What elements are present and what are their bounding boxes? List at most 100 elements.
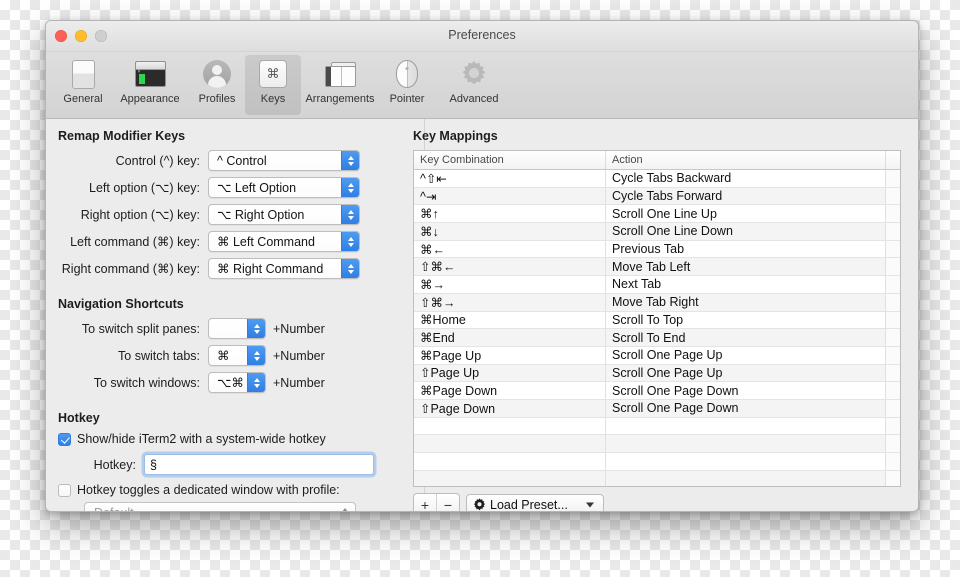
table-row[interactable]: ^⇥ Cycle Tabs Forward bbox=[414, 187, 900, 206]
control-key-select[interactable]: ^ Control bbox=[208, 150, 360, 171]
toolbar-item-profiles[interactable]: Profiles bbox=[189, 55, 245, 115]
navigation-shortcuts-title: Navigation Shortcuts bbox=[58, 297, 184, 311]
hotkey-dedicated-checkbox[interactable] bbox=[58, 483, 71, 497]
cell-action: Scroll To Top bbox=[606, 311, 886, 329]
switch-tabs-suffix: +Number bbox=[273, 348, 325, 363]
remap-row-right-command-label: Right command (⌘) key: bbox=[61, 262, 200, 276]
cell-spacer bbox=[886, 205, 900, 223]
cell-spacer bbox=[886, 293, 900, 311]
table-row[interactable]: ⇧⌘→ Move Tab Right bbox=[414, 293, 900, 312]
table-row[interactable]: ⌘↓ Scroll One Line Down bbox=[414, 223, 900, 241]
switch-windows-value: ⌥⌘ bbox=[217, 376, 244, 390]
left-option-key-select[interactable]: ⌥ Left Option bbox=[208, 177, 360, 198]
cell-key-combination: ⇧Page Up bbox=[414, 364, 606, 382]
table-row[interactable]: ⇧⌘← Move Tab Left bbox=[414, 258, 900, 277]
right-option-key-select[interactable]: ⌥ Right Option bbox=[208, 204, 360, 225]
toolbar-item-arrangements-label: Arrangements bbox=[305, 93, 375, 105]
stepper-icon[interactable] bbox=[247, 346, 265, 365]
table-row[interactable]: ⌘← Previous Tab bbox=[414, 240, 900, 259]
hotkey-enable-row[interactable]: Show/hide iTerm2 with a system-wide hotk… bbox=[58, 432, 398, 446]
stepper-icon[interactable] bbox=[341, 205, 359, 224]
remap-row-right-option-label: Right option (⌥) key: bbox=[80, 208, 200, 222]
remap-row-control: Control (^) key: ^ Control bbox=[58, 150, 398, 171]
window-title: Preferences bbox=[448, 28, 516, 42]
stepper-icon[interactable] bbox=[341, 151, 359, 170]
keys-icon: ⌘ bbox=[257, 58, 289, 90]
table-row[interactable]: ^⇧⇤ Cycle Tabs Backward bbox=[414, 170, 900, 188]
cell-key-combination bbox=[414, 470, 606, 486]
cell-spacer bbox=[886, 170, 900, 187]
hotkey-profile-value: Default bbox=[94, 506, 134, 512]
add-mapping-button[interactable]: + bbox=[414, 494, 436, 512]
remap-row-left-command-label: Left command (⌘) key: bbox=[70, 235, 200, 249]
toolbar-item-appearance[interactable]: × Appearance bbox=[111, 55, 189, 115]
hotkey-enable-checkbox[interactable] bbox=[58, 432, 71, 446]
table-row[interactable]: ⇧Page Up Scroll One Page Up bbox=[414, 364, 900, 383]
cell-key-combination: ^⇥ bbox=[414, 187, 606, 205]
cell-action: Scroll One Page Up bbox=[606, 346, 886, 364]
cell-key-combination: ⌘← bbox=[414, 240, 606, 258]
table-row[interactable]: ⌘→ Next Tab bbox=[414, 276, 900, 294]
cell-action: Scroll One Page Down bbox=[606, 399, 886, 417]
table-row[interactable] bbox=[414, 417, 900, 436]
nav-row-windows-label: To switch windows: bbox=[93, 375, 200, 390]
table-row[interactable]: ⌘End Scroll To End bbox=[414, 329, 900, 347]
hotkey-input[interactable]: § bbox=[144, 454, 374, 475]
key-mappings-title: Key Mappings bbox=[413, 129, 498, 143]
remap-row-left-option: Left option (⌥) key: ⌥ Left Option bbox=[58, 177, 398, 198]
table-body: ^⇧⇤ Cycle Tabs Backward ^⇥ Cycle Tabs Forwa… bbox=[414, 170, 900, 486]
stepper-icon[interactable] bbox=[247, 319, 265, 338]
left-command-key-value: ⌘ Left Command bbox=[217, 235, 315, 249]
preferences-toolbar: General × Appearance Profiles ⌘ Keys Arr… bbox=[46, 52, 918, 119]
preferences-window: Preferences General × Appearance Profile… bbox=[45, 20, 919, 512]
stepper-icon[interactable] bbox=[341, 232, 359, 251]
left-option-key-value: ⌥ Left Option bbox=[217, 181, 297, 195]
cell-spacer bbox=[886, 329, 900, 346]
hotkey-field-label: Hotkey: bbox=[93, 457, 136, 472]
table-row[interactable]: ⌘Page Down Scroll One Page Down bbox=[414, 382, 900, 400]
cell-key-combination: ⌘Page Down bbox=[414, 382, 606, 399]
load-preset-button[interactable]: Load Preset... bbox=[466, 494, 604, 512]
load-preset-label: Load Preset... bbox=[490, 497, 568, 512]
toolbar-item-profiles-label: Profiles bbox=[198, 93, 236, 105]
remap-row-left-option-label: Left option (⌥) key: bbox=[89, 181, 200, 195]
right-command-key-value: ⌘ Right Command bbox=[217, 262, 324, 276]
toolbar-item-keys-label: Keys bbox=[260, 93, 286, 105]
table-row[interactable] bbox=[414, 453, 900, 471]
remove-mapping-button[interactable]: − bbox=[436, 494, 459, 511]
table-row[interactable] bbox=[414, 470, 900, 486]
switch-split-panes-suffix: +Number bbox=[273, 321, 325, 336]
right-option-key-value: ⌥ Right Option bbox=[217, 208, 305, 222]
cell-spacer bbox=[886, 453, 900, 470]
toolbar-item-general[interactable]: General bbox=[55, 55, 111, 115]
column-header-key-combination[interactable]: Key Combination bbox=[414, 151, 606, 169]
right-command-key-select[interactable]: ⌘ Right Command bbox=[208, 258, 360, 279]
stepper-icon[interactable] bbox=[341, 259, 359, 278]
toolbar-item-advanced[interactable]: Advanced bbox=[435, 55, 513, 115]
switch-tabs-select[interactable]: ⌘ bbox=[208, 345, 266, 366]
hotkey-profile-select[interactable]: Default bbox=[84, 502, 356, 512]
cell-spacer bbox=[886, 364, 900, 382]
cell-spacer bbox=[886, 470, 900, 486]
left-command-key-select[interactable]: ⌘ Left Command bbox=[208, 231, 360, 252]
toolbar-item-keys[interactable]: ⌘ Keys bbox=[245, 55, 301, 115]
table-row[interactable]: ⌘Home Scroll To Top bbox=[414, 311, 900, 330]
cell-action: Scroll To End bbox=[606, 329, 886, 346]
cell-action: Scroll One Line Down bbox=[606, 223, 886, 240]
switch-windows-select[interactable]: ⌥⌘ bbox=[208, 372, 266, 393]
control-key-value: ^ Control bbox=[217, 153, 267, 168]
table-row[interactable] bbox=[414, 435, 900, 453]
stepper-icon[interactable] bbox=[341, 178, 359, 197]
chevron-updown-icon bbox=[342, 507, 348, 511]
table-row[interactable]: ⌘Page Up Scroll One Page Up bbox=[414, 346, 900, 365]
column-header-action[interactable]: Action bbox=[606, 151, 886, 169]
toolbar-item-arrangements[interactable]: Arrangements bbox=[301, 55, 379, 115]
table-row[interactable]: ⇧Page Down Scroll One Page Down bbox=[414, 399, 900, 418]
switch-split-panes-select[interactable] bbox=[208, 318, 266, 339]
column-header-spacer bbox=[886, 151, 900, 169]
table-row[interactable]: ⌘↑ Scroll One Line Up bbox=[414, 205, 900, 224]
toolbar-item-pointer[interactable]: Pointer bbox=[379, 55, 435, 115]
stepper-icon[interactable] bbox=[247, 373, 265, 392]
key-mappings-table: Key Combination Action ^⇧⇤ Cycle Tabs Bac… bbox=[413, 150, 901, 487]
hotkey-dedicated-row[interactable]: Hotkey toggles a dedicated window with p… bbox=[58, 483, 398, 497]
